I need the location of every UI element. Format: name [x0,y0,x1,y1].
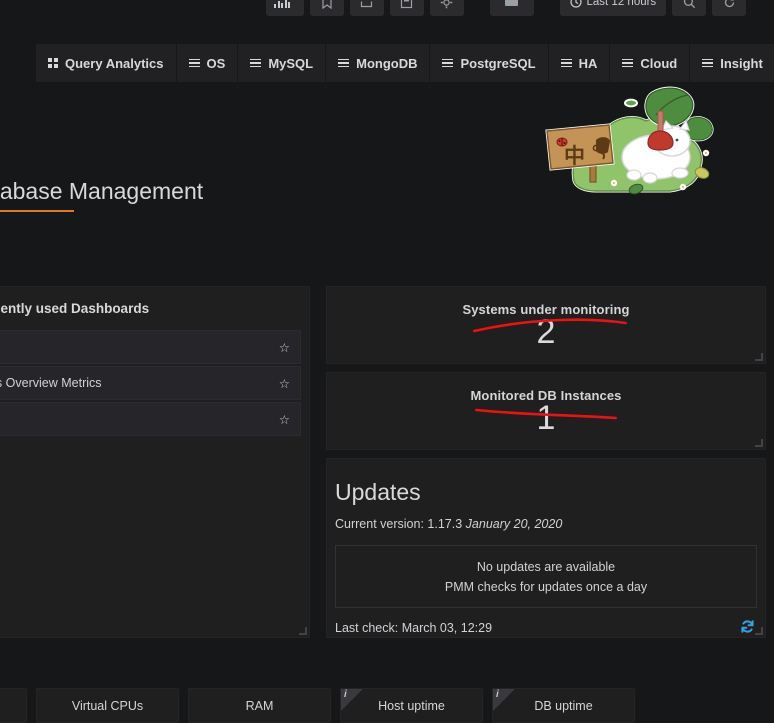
stat-value: 1 [536,399,556,437]
bar-chart-icon [274,0,296,8]
metric-panel-ram[interactable]: RAM [188,688,331,723]
panel-resize-handle[interactable] [755,439,763,447]
updates-panel: Updates Current version: 1.17.3 January … [326,458,766,638]
hamburger-icon [338,58,350,68]
time-range-label: Last 12 hours [586,0,657,8]
hamburger-icon [250,58,262,68]
nav-item-postgresql[interactable]: PostgreSQL [430,44,549,82]
bookmark-icon[interactable] [309,0,344,16]
star-icon[interactable]: ☆ [279,340,290,355]
mascot-sticker-illustration: 中 [530,85,742,213]
nav-item-mongodb[interactable]: MongoDB [326,44,431,82]
metric-panel-host-uptime[interactable]: i Host uptime [340,688,483,723]
no-updates-message: No updates are available [476,559,616,574]
nav-label: HA [578,55,598,71]
panel-resize-handle[interactable] [755,353,763,361]
time-range-picker[interactable]: Last 12 hours [559,0,667,16]
nav-item-mysql[interactable]: MySQL [238,44,327,82]
panel-title: Updates [335,479,421,505]
panel-title: Host uptime [378,698,445,713]
dashboard-toolbar: Last 12 hours [0,0,774,18]
metric-panel-db-uptime[interactable]: i DB uptime [492,688,635,723]
monitored-db-instances-panel: Monitored DB Instances 1 [326,372,766,450]
nav-label: OS [206,55,226,71]
nav-item-query-analytics[interactable]: Query Analytics [36,44,177,82]
version-number: 1.17.3 [427,517,463,531]
save-dashboard-icon[interactable] [389,0,424,16]
panel-resize-handle[interactable] [299,627,307,635]
nav-label: MongoDB [356,55,418,71]
metric-panel-virtual-cpus[interactable]: Virtual CPUs [36,688,179,723]
list-item[interactable]: ☆ [0,330,301,364]
main-nav: Query Analytics OS MySQL MongoDB Postgre… [36,44,774,82]
starred-dashboards-panel: Starred and Recently used Dashboards ☆ M… [0,286,310,638]
page-title: PMM Database Management [0,178,204,204]
stat-value: 2 [536,313,556,351]
refresh-icon[interactable] [740,619,755,637]
current-version-line: Current version: 1.17.3 January 20, 2020 [327,508,765,531]
star-icon[interactable]: ☆ [279,376,290,391]
page-title-underline [0,210,74,212]
nav-item-insight[interactable]: Insight [690,44,774,82]
info-icon[interactable]: i [341,689,363,711]
nav-item-os[interactable]: OS [176,44,239,82]
zoom-out-icon[interactable] [672,0,707,16]
graph-panel-icon[interactable] [266,0,304,16]
last-check-label: Last check: March 03, 12:29 [335,621,493,635]
panel-title: RAM [245,698,274,713]
panel-title: DB uptime [534,698,593,713]
list-item[interactable]: ☆ [0,402,301,436]
panel-resize-handle[interactable] [755,627,763,635]
bottom-metrics-row: DB QPS Virtual CPUs RAM i Host uptime i … [0,688,635,723]
list-item[interactable]: MySQL Instances Overview Metrics ☆ [0,366,301,400]
nav-label: Query Analytics [65,55,164,71]
version-date: January 20, 2020 [465,517,563,531]
star-icon[interactable]: ☆ [279,412,290,427]
hamburger-icon [702,58,714,68]
hamburger-icon [442,58,454,68]
dashboard-name: MySQL Instances Overview Metrics [0,376,102,390]
version-label: Current version: [335,517,424,531]
svg-text:中: 中 [564,144,585,168]
nav-label: Cloud [640,55,678,71]
refresh-icon[interactable] [712,0,747,16]
panel-title: Starred and Recently used Dashboards [0,301,150,316]
nav-label: Insight [720,55,763,71]
hamburger-icon [188,58,200,68]
updates-footer: Last check: March 03, 12:29 [327,608,765,637]
systems-under-monitoring-panel: Systems under monitoring 2 [326,286,766,364]
clock-icon [569,0,582,8]
panel-title: Virtual CPUs [71,698,144,713]
nav-label: MySQL [268,55,314,71]
share-icon[interactable] [349,0,384,16]
dashboard-list: ☆ MySQL Instances Overview Metrics ☆ ☆ [0,326,309,436]
nav-label: PostgreSQL [460,55,536,71]
settings-gear-icon[interactable] [429,0,464,16]
metric-panel-db-qps[interactable]: DB QPS [0,688,27,723]
update-status-box: No updates are available PMM checks for … [335,545,757,608]
hamburger-icon [622,58,634,68]
nav-item-ha[interactable]: HA [548,44,611,82]
nav-item-cloud[interactable]: Cloud [610,44,691,82]
hamburger-icon [560,58,572,68]
grid-icon [48,58,58,68]
tv-kiosk-icon[interactable] [489,0,534,16]
info-icon[interactable]: i [493,689,515,711]
update-frequency-message: PMM checks for updates once a day [444,579,648,594]
